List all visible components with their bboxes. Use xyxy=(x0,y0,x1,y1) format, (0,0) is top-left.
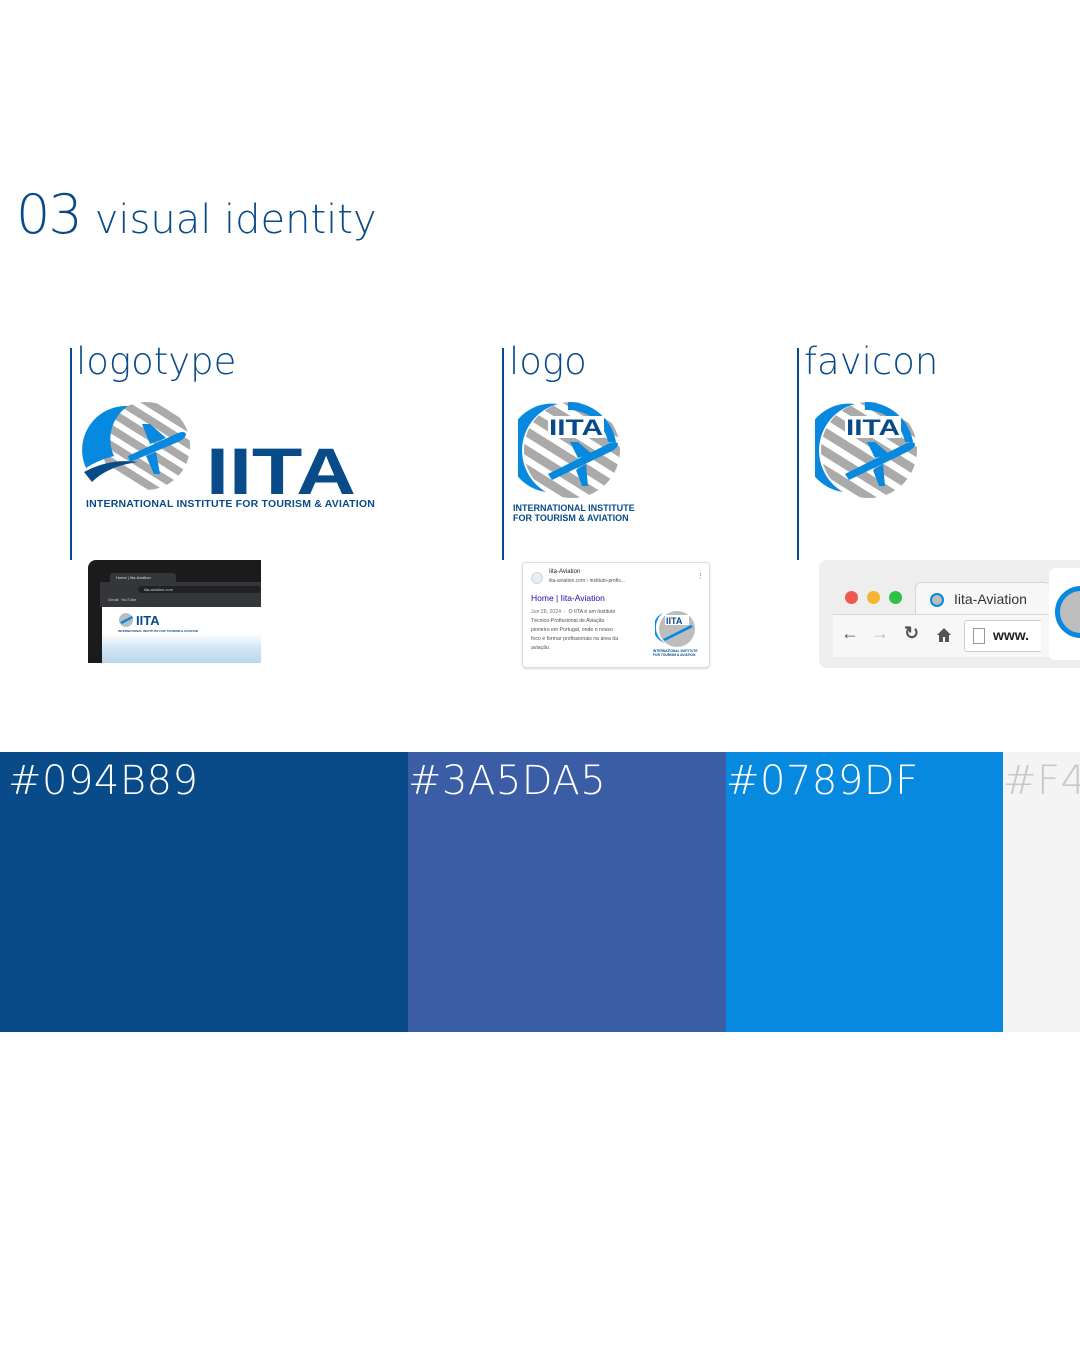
logo-image: IITA xyxy=(518,401,620,498)
browser-address-text: www. xyxy=(993,627,1030,643)
logo-wordmark: IITA xyxy=(549,415,603,440)
search-thumbnail-logo: IITA xyxy=(655,611,695,647)
section-number: 03 xyxy=(16,183,83,246)
swatch-primary: #094B89 xyxy=(0,752,408,1032)
swatch-secondary-hex: #3A5DA5 xyxy=(408,758,607,804)
search-site-icon xyxy=(531,572,543,584)
laptop-bookmarks: Gmail YouTube xyxy=(108,597,137,602)
favicon-preview-icon xyxy=(1055,586,1080,638)
laptop-screen: IITA INTERNATIONAL INSTITUTE FOR TOURISM… xyxy=(102,607,261,663)
page-icon xyxy=(973,628,985,644)
browser-mockup: Iita-Aviation ← → ↻ www. xyxy=(819,560,1080,668)
laptop-tab: Home | Iita-Aviation xyxy=(110,573,176,582)
browser-right-panel xyxy=(1049,568,1080,660)
logo-label: logo xyxy=(509,340,587,383)
svg-text:IITA: IITA xyxy=(136,613,160,628)
swatch-light-hex: #F4F4F4 xyxy=(1003,758,1080,804)
logo-divider xyxy=(502,348,504,560)
logotype-wordmark: IITA xyxy=(206,434,356,508)
search-snippet: Jun 28, 2024 · O IITA é um Instituto Téc… xyxy=(531,609,619,651)
logo-tagline-line1: INTERNATIONAL INSTITUTE xyxy=(513,503,635,513)
favicon-divider xyxy=(797,348,799,560)
laptop-logo: IITA xyxy=(119,613,160,628)
browser-close-dot[interactable] xyxy=(845,591,858,604)
search-result-title[interactable]: Home | Iita-Aviation xyxy=(531,593,605,603)
search-thumbnail-tagline: INTERNATIONAL INSTITUTE FOR TOURISM & AV… xyxy=(653,649,698,657)
swatch-secondary: #3A5DA5 xyxy=(408,752,726,1032)
page-title: visual identity xyxy=(94,197,377,243)
search-site-name: Iita-Aviation xyxy=(549,569,581,575)
search-site-url: iita-aviation.com › instituto-profis... xyxy=(549,578,625,584)
favicon-image: IITA xyxy=(815,401,917,498)
favicon-label: favicon xyxy=(804,340,939,383)
laptop-toolbar: iita-aviation.com Gmail YouTube xyxy=(100,582,261,607)
svg-text:IITA: IITA xyxy=(666,616,683,626)
swatch-accent-hex: #0789DF xyxy=(726,758,919,804)
browser-address-bar[interactable]: www. xyxy=(964,620,1041,652)
swatch-light: #F4F4F4 xyxy=(1003,752,1080,1032)
logotype-tagline: INTERNATIONAL INSTITUTE FOR TOURISM & AV… xyxy=(86,498,375,510)
back-arrow-icon[interactable]: ← xyxy=(841,623,859,644)
search-more-icon[interactable]: ⋮ xyxy=(697,572,704,580)
forward-arrow-icon[interactable]: → xyxy=(871,623,889,644)
favicon-wordmark: IITA xyxy=(846,415,900,440)
browser-tab[interactable]: Iita-Aviation xyxy=(915,582,1051,615)
laptop-logo-tagline: INTERNATIONAL INSTITUTE FOR TOURISM & AV… xyxy=(118,629,198,633)
reload-icon[interactable]: ↻ xyxy=(904,623,919,644)
logo-tagline-line2: FOR TOURISM & AVIATION xyxy=(513,513,629,523)
browser-minimize-dot[interactable] xyxy=(867,591,880,604)
logotype-label: logotype xyxy=(76,340,237,383)
browser-tab-favicon-icon xyxy=(930,593,944,607)
browser-zoom-dot[interactable] xyxy=(889,591,902,604)
logotype-divider xyxy=(70,348,72,560)
laptop-address-bar: iita-aviation.com xyxy=(138,586,261,593)
page-heading: 03 visual identity xyxy=(16,183,377,246)
browser-tab-title: Iita-Aviation xyxy=(954,591,1027,607)
search-result-mockup: Iita-Aviation iita-aviation.com › instit… xyxy=(522,562,710,668)
logo-tagline: INTERNATIONAL INSTITUTE FOR TOURISM & AV… xyxy=(513,503,635,523)
search-date: Jun 28, 2024 xyxy=(531,609,561,615)
swatch-primary-hex: #094B89 xyxy=(8,758,199,804)
home-icon[interactable] xyxy=(936,627,952,643)
laptop-mockup: Home | Iita-Aviation iita-aviation.com G… xyxy=(88,560,261,663)
swatch-accent: #0789DF xyxy=(726,752,1003,1032)
